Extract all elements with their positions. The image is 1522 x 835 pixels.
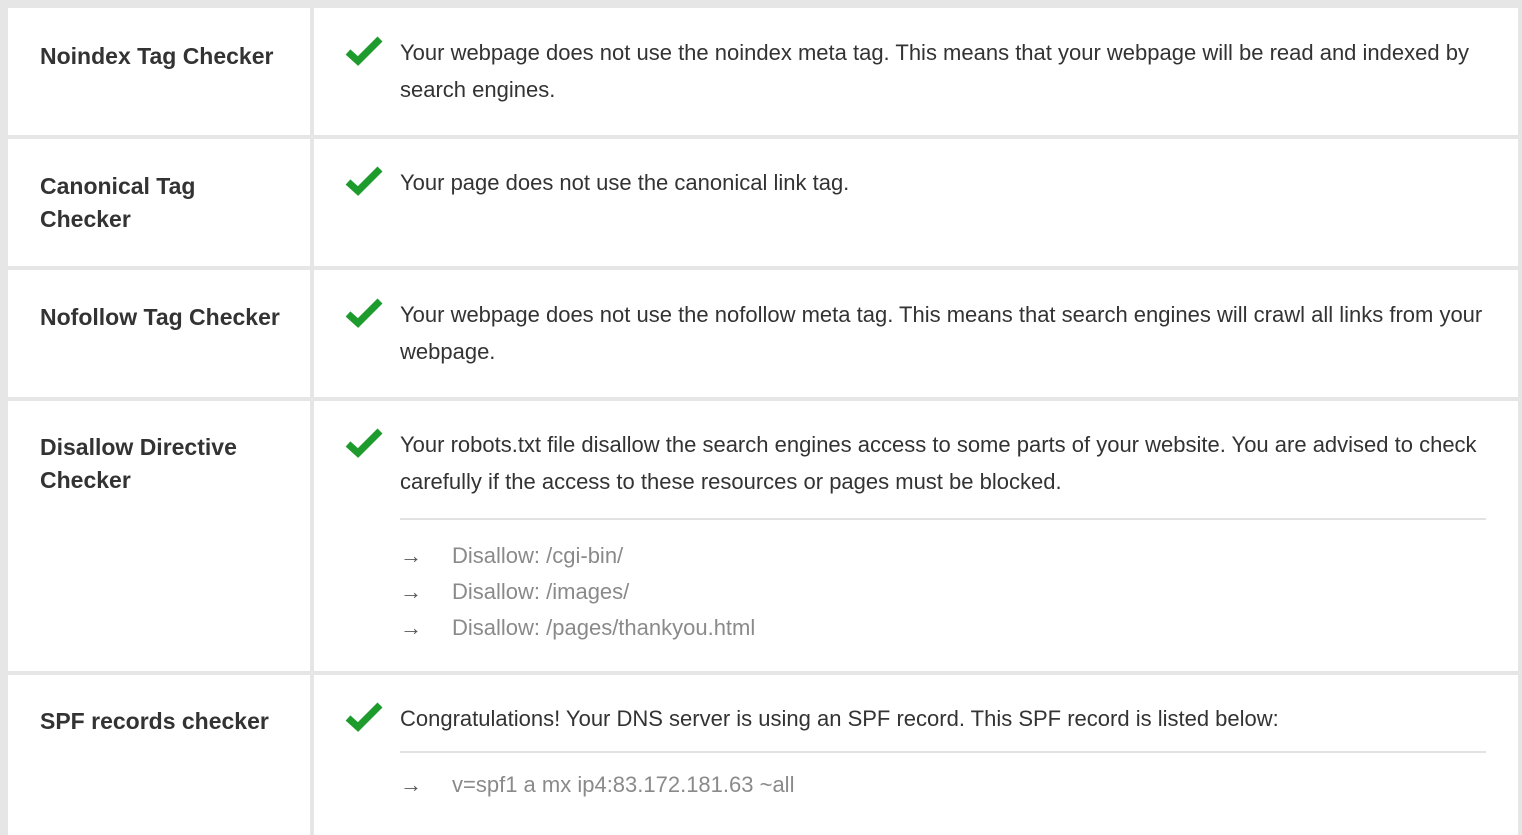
row-label: Canonical Tag Checker xyxy=(40,173,196,232)
row-content-cell: Your webpage does not use the nofollow m… xyxy=(314,270,1518,397)
status-message: Your robots.txt file disallow the search… xyxy=(400,432,1477,494)
status-line: Your page does not use the canonical lin… xyxy=(344,164,1486,201)
divider xyxy=(400,518,1486,520)
status-line: Your webpage does not use the noindex me… xyxy=(344,34,1486,108)
row-content-cell: Your webpage does not use the noindex me… xyxy=(314,8,1518,135)
list-item-text: Disallow: /pages/thankyou.html xyxy=(452,615,756,640)
row-label: Nofollow Tag Checker xyxy=(40,304,280,330)
row-label: Noindex Tag Checker xyxy=(40,43,274,69)
list-item: → Disallow: /pages/thankyou.html xyxy=(400,610,1486,646)
check-row-spf: SPF records checker Congratulations! You… xyxy=(8,675,1518,835)
status-message: Your page does not use the canonical lin… xyxy=(400,170,850,195)
disallow-list: → Disallow: /cgi-bin/ → Disallow: /image… xyxy=(400,538,1486,646)
row-label-cell: SPF records checker xyxy=(8,675,310,835)
status-message: Congratulations! Your DNS server is usin… xyxy=(400,706,1279,731)
row-label-cell: Nofollow Tag Checker xyxy=(8,270,310,397)
status-message: Your webpage does not use the noindex me… xyxy=(400,40,1469,102)
list-item-text: Disallow: /cgi-bin/ xyxy=(452,543,624,568)
row-content-cell: Your page does not use the canonical lin… xyxy=(314,139,1518,266)
status-line: Congratulations! Your DNS server is usin… xyxy=(344,700,1486,737)
arrow-right-icon: → xyxy=(400,579,422,604)
check-icon xyxy=(345,298,383,328)
check-row-canonical: Canonical Tag Checker Your page does not… xyxy=(8,139,1518,266)
check-icon xyxy=(345,702,383,732)
status-line: Your webpage does not use the nofollow m… xyxy=(344,296,1486,370)
seo-checks-table: Noindex Tag Checker Your webpage does no… xyxy=(8,8,1518,835)
arrow-right-icon: → xyxy=(400,772,422,797)
row-label: SPF records checker xyxy=(40,708,269,734)
arrow-right-icon: → xyxy=(400,543,422,568)
list-item-text: Disallow: /images/ xyxy=(452,579,630,604)
check-row-noindex: Noindex Tag Checker Your webpage does no… xyxy=(8,8,1518,135)
row-label-cell: Disallow Directive Checker xyxy=(8,401,310,671)
row-label: Disallow Directive Checker xyxy=(40,434,237,493)
check-icon xyxy=(345,36,383,66)
row-content-cell: Congratulations! Your DNS server is usin… xyxy=(314,675,1518,835)
list-item: → Disallow: /images/ xyxy=(400,574,1486,610)
row-label-cell: Canonical Tag Checker xyxy=(8,139,310,266)
row-content-cell: Your robots.txt file disallow the search… xyxy=(314,401,1518,671)
list-item: → Disallow: /cgi-bin/ xyxy=(400,538,1486,574)
check-row-disallow: Disallow Directive Checker Your robots.t… xyxy=(8,401,1518,671)
list-item-text: v=spf1 a mx ip4:83.172.181.63 ~all xyxy=(452,772,795,797)
list-item: → v=spf1 a mx ip4:83.172.181.63 ~all xyxy=(400,767,1486,803)
check-icon xyxy=(345,166,383,196)
divider xyxy=(400,751,1486,753)
status-line: Your robots.txt file disallow the search… xyxy=(344,426,1486,500)
check-row-nofollow: Nofollow Tag Checker Your webpage does n… xyxy=(8,270,1518,397)
check-icon xyxy=(345,428,383,458)
status-message: Your webpage does not use the nofollow m… xyxy=(400,302,1483,364)
arrow-right-icon: → xyxy=(400,615,422,640)
row-label-cell: Noindex Tag Checker xyxy=(8,8,310,135)
spf-list: → v=spf1 a mx ip4:83.172.181.63 ~all xyxy=(400,767,1486,803)
